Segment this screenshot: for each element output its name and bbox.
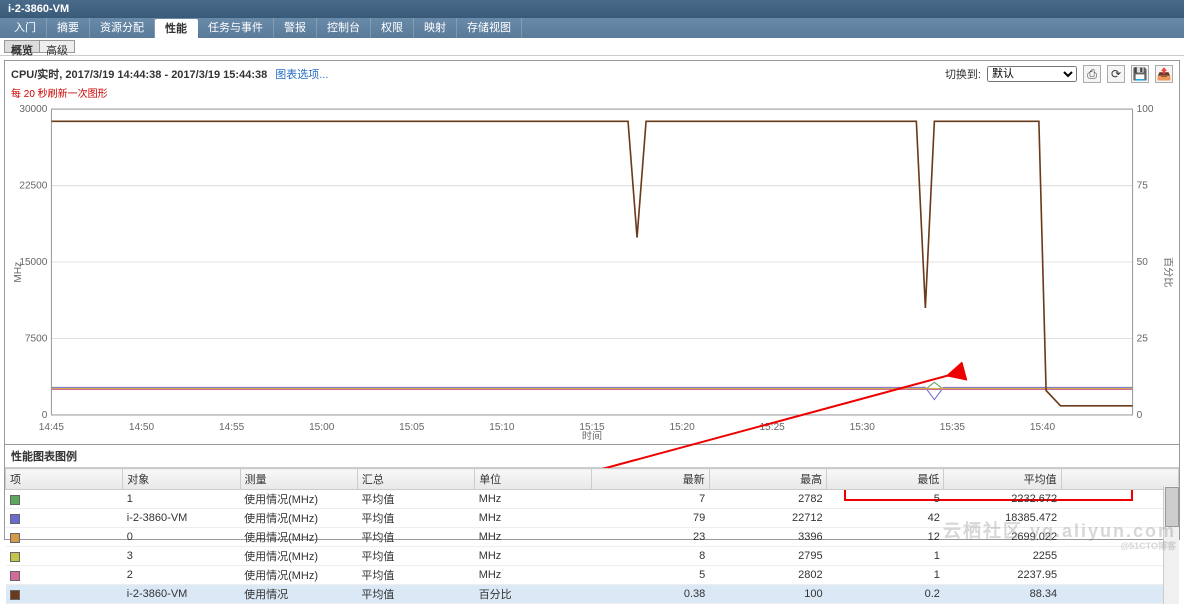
legend-scrollbar[interactable] [1163,486,1179,604]
chart-title: CPU/实时, 2017/3/19 14:44:38 - 2017/3/19 1… [11,66,267,82]
svg-text:14:55: 14:55 [219,422,245,433]
tab-2[interactable]: 资源分配 [90,18,155,38]
subtab-0[interactable]: 概览 [4,40,40,53]
table-row[interactable]: 3使用情况(MHz)平均值MHz8279512255 [6,547,1179,566]
window-title: i-2-3860-VM [0,0,1184,18]
svg-text:15:00: 15:00 [309,422,335,433]
print-icon[interactable]: ⎙ [1083,65,1101,83]
tab-0[interactable]: 入门 [4,18,47,38]
export-icon[interactable]: 📤 [1155,65,1173,83]
table-row[interactable]: 2使用情况(MHz)平均值MHz5280212237.95 [6,566,1179,585]
svg-text:30000: 30000 [19,104,47,115]
series-color-icon [10,590,20,600]
legend-col-0[interactable]: 项 [6,469,123,490]
legend-section: 性能图表图例 项对象测量汇总单位最新最高最低平均值1使用情况(MHz)平均值MH… [5,444,1179,604]
svg-text:75: 75 [1137,181,1149,192]
chart-area: 07500150002250030000025507510014:4514:50… [11,104,1173,440]
legend-col-1[interactable]: 对象 [123,469,240,490]
refresh-note: 每 20 秒刷新一次图形 [11,85,1179,100]
chart-options-link[interactable]: 图表选项... [275,66,328,82]
svg-text:15:40: 15:40 [1030,422,1056,433]
subtab-1[interactable]: 高级 [39,40,75,53]
legend-col-7[interactable]: 最低 [827,469,944,490]
svg-text:15:30: 15:30 [850,422,876,433]
refresh-icon[interactable]: ⟳ [1107,65,1125,83]
tab-6[interactable]: 控制台 [317,18,371,38]
series-color-icon [10,552,20,562]
svg-text:百分比: 百分比 [1162,257,1173,288]
svg-text:7500: 7500 [25,334,48,345]
tab-9[interactable]: 存储视图 [457,18,522,38]
legend-col-8[interactable]: 平均值 [944,469,1061,490]
line-chart: 07500150002250030000025507510014:4514:50… [11,104,1173,440]
svg-text:50: 50 [1137,257,1149,268]
svg-text:15:20: 15:20 [669,422,695,433]
legend-title: 性能图表图例 [5,445,1179,468]
series-color-icon [10,514,20,524]
series-color-icon [10,533,20,543]
svg-text:14:50: 14:50 [129,422,155,433]
svg-text:0: 0 [1137,410,1143,421]
svg-text:25: 25 [1137,334,1149,345]
table-row[interactable]: 1使用情况(MHz)平均值MHz7278252232.672 [6,490,1179,509]
tab-1[interactable]: 摘要 [47,18,90,38]
switch-label: 切换到: [945,66,981,82]
series-color-icon [10,495,20,505]
svg-text:100: 100 [1137,104,1154,115]
svg-text:15:35: 15:35 [940,422,966,433]
legend-col-3[interactable]: 汇总 [357,469,474,490]
tab-3[interactable]: 性能 [155,19,198,38]
tab-7[interactable]: 权限 [371,18,414,38]
svg-text:15:05: 15:05 [399,422,425,433]
performance-panel: CPU/实时, 2017/3/19 14:44:38 - 2017/3/19 1… [4,60,1180,540]
table-row[interactable]: 0使用情况(MHz)平均值MHz233396122699.022 [6,528,1179,547]
legend-col-2[interactable]: 测量 [240,469,357,490]
legend-col-6[interactable]: 最高 [709,469,826,490]
legend-table: 项对象测量汇总单位最新最高最低平均值1使用情况(MHz)平均值MHz727825… [5,468,1179,604]
switch-select[interactable]: 默认 [987,66,1077,82]
save-icon[interactable]: 💾 [1131,65,1149,83]
series-color-icon [10,571,20,581]
tab-8[interactable]: 映射 [414,18,457,38]
svg-text:MHz: MHz [13,262,24,283]
scrollbar-thumb[interactable] [1165,487,1179,527]
main-tabs: 入门摘要资源分配性能任务与事件警报控制台权限映射存储视图 [0,18,1184,38]
tab-5[interactable]: 警报 [274,18,317,38]
svg-text:15:10: 15:10 [489,422,515,433]
svg-text:15:25: 15:25 [760,422,786,433]
tab-4[interactable]: 任务与事件 [198,18,274,38]
table-row[interactable]: i-2-3860-VM使用情况(MHz)平均值MHz79227124218385… [6,509,1179,528]
legend-col-4[interactable]: 单位 [475,469,592,490]
svg-text:0: 0 [42,410,48,421]
svg-text:14:45: 14:45 [39,422,65,433]
sub-tabs: 概览高级 [0,38,1184,56]
svg-text:时间: 时间 [582,429,602,440]
svg-text:22500: 22500 [19,181,47,192]
table-row[interactable]: i-2-3860-VM使用情况平均值百分比0.381000.288.34 [6,585,1179,604]
legend-col-5[interactable]: 最新 [592,469,709,490]
